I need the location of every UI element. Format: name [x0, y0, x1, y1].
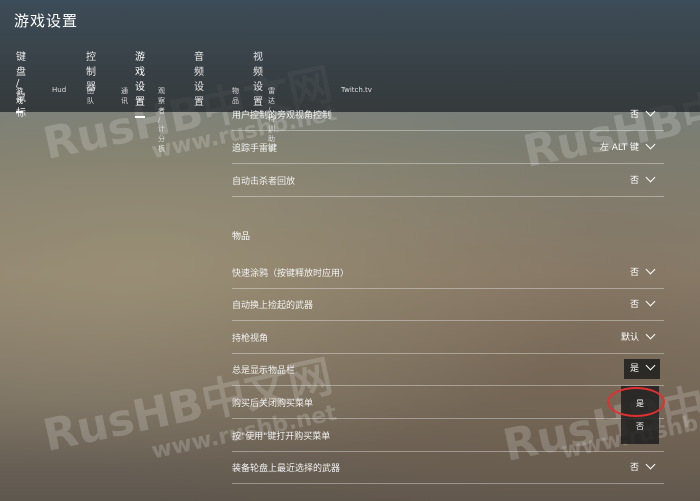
setting-label: 按"使用"键打开购买菜单 [232, 432, 331, 442]
setting-dropdown[interactable]: 左 ALT 键 [600, 139, 656, 153]
highlight-circle-annotation [607, 387, 665, 417]
subtab-team[interactable]: 团队 [87, 86, 94, 111]
chevron-down-icon [645, 459, 656, 470]
page-title: 游戏设置 [14, 12, 79, 30]
chevron-down-icon [645, 139, 656, 150]
chevron-down-icon [645, 172, 656, 183]
tab-audio-settings[interactable]: 音频设置 [194, 48, 204, 116]
setting-label: 追踪手雷键 [232, 144, 278, 154]
tab-game-settings[interactable]: 游戏设置 [135, 48, 145, 118]
setting-row: 自动击杀者回放 否 [232, 164, 664, 197]
dropdown-option-no[interactable]: 否 [621, 421, 659, 432]
setting-row: 快速涂鸦（按键释放时应用） 否 [232, 256, 664, 289]
setting-row: 按"使用"键打开购买菜单 [232, 419, 664, 452]
setting-dropdown[interactable]: 否 [630, 296, 656, 310]
setting-label: 快速涂鸦（按键释放时应用） [232, 269, 350, 279]
setting-label: 总是显示物品栏 [232, 366, 296, 376]
subtab-communication[interactable]: 通讯 [121, 86, 128, 111]
setting-dropdown-open[interactable]: 是 [623, 359, 660, 379]
chevron-down-icon [645, 360, 656, 371]
subtab-spectator-scoreboard[interactable]: 观察者 / 计分板 [158, 86, 165, 159]
setting-row: 用户控制的旁观视角控制 否 [232, 98, 664, 131]
setting-label: 持枪视角 [232, 334, 269, 344]
setting-label: 自动击杀者回放 [232, 177, 296, 187]
chevron-down-icon [645, 106, 656, 117]
chevron-down-icon [645, 264, 656, 275]
setting-dropdown[interactable]: 否 [630, 172, 656, 186]
setting-label: 购买后关闭购买菜单 [232, 399, 314, 409]
setting-row: 自动换上捡起的武器 否 [232, 288, 664, 321]
setting-row: 总是显示物品栏 是 [232, 353, 664, 386]
setting-label: 用户控制的旁观视角控制 [232, 111, 332, 121]
setting-label: 装备轮盘上最近选择的武器 [232, 464, 341, 474]
subtab-hud[interactable]: Hud [52, 86, 66, 99]
setting-dropdown[interactable]: 默认 [621, 329, 656, 343]
setting-dropdown[interactable]: 否 [630, 106, 656, 120]
setting-dropdown[interactable]: 否 [630, 264, 656, 278]
setting-dropdown[interactable]: 否 [630, 459, 656, 473]
chevron-down-icon [645, 329, 656, 340]
setting-row: 购买后关闭购买菜单 [232, 386, 664, 419]
header: 游戏设置 键盘 / 鼠标 控制器 游戏设置 音频设置 视频设置 游戏 Hud 团… [0, 0, 700, 153]
setting-row: 持枪视角 默认 [232, 321, 664, 354]
subtab-game[interactable]: 游戏 [16, 86, 23, 113]
setting-row: 追踪手雷键 左 ALT 键 [232, 131, 664, 164]
section-title-items: 物品 [232, 232, 251, 242]
chevron-down-icon [645, 296, 656, 307]
setting-row: 装备轮盘上最近选择的武器 否 [232, 451, 664, 484]
setting-label: 自动换上捡起的武器 [232, 301, 314, 311]
